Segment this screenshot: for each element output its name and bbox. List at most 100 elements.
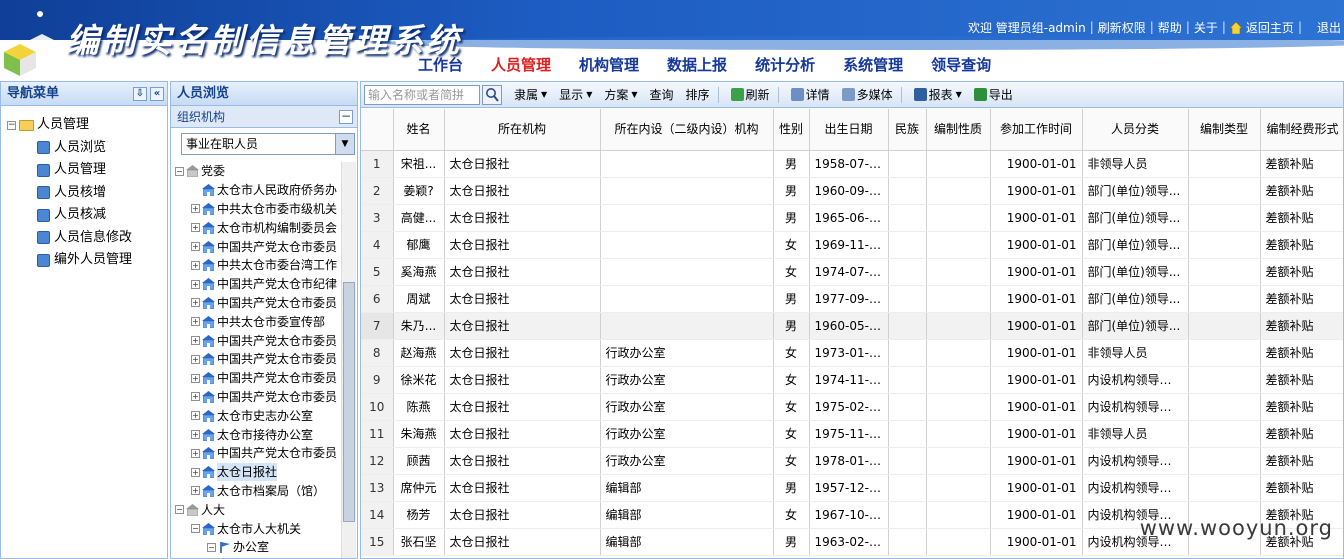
toolbar-details-button[interactable]: 详情: [790, 86, 830, 103]
toolbar-export-button[interactable]: 导出: [973, 86, 1013, 103]
table-row[interactable]: 2 姜颖? 太仓日报社 男 1960-09-15 1900-01-01 部门(单位)领导..…: [361, 177, 1343, 205]
toolbar-btn-0-button[interactable]: 隶属 ▼: [514, 86, 547, 103]
pin-icon[interactable]: ⇩: [133, 87, 147, 101]
toolbar-btn-4-button[interactable]: 排序: [686, 86, 710, 103]
expand-icon[interactable]: +: [191, 336, 200, 346]
column-header[interactable]: 参加工作时间: [990, 109, 1083, 151]
column-header[interactable]: 性别: [773, 109, 810, 151]
org-tree-node[interactable]: + 太仓市史志办公室: [175, 406, 343, 425]
chevron-down-icon[interactable]: ▼: [335, 134, 354, 154]
nav-menu-item[interactable]: 人员信息修改: [7, 227, 167, 250]
about-link[interactable]: 关于: [1191, 19, 1221, 36]
logout-link[interactable]: 退出: [1303, 19, 1344, 36]
expand-icon[interactable]: +: [191, 204, 200, 214]
column-header[interactable]: 编制类型: [1188, 109, 1261, 151]
table-row[interactable]: 7 朱乃... 太仓日报社 男 1960-05-17 1900-01-01 部门(单位)领导…: [361, 312, 1343, 340]
table-row[interactable]: 9 徐米花 太仓日报社 行政办公室女 1974-11-09 1900-01-01 内设机构领…: [361, 366, 1343, 394]
nav-tab-2[interactable]: 机构管理: [579, 54, 639, 75]
org-tree-node[interactable]: + 太仓市档案局（馆）: [175, 482, 343, 501]
expand-icon[interactable]: +: [191, 392, 200, 402]
search-button[interactable]: [482, 84, 502, 105]
toolbar-btn-1-button[interactable]: 显示 ▼: [559, 86, 592, 103]
nav-menu-item[interactable]: 人员核减: [7, 204, 167, 227]
org-tree-node[interactable]: − 办公室: [175, 538, 343, 557]
expand-icon[interactable]: +: [191, 298, 200, 308]
table-row[interactable]: 3 高健... 太仓日报社 男 1965-06-27 1900-01-01 部门(单位)领导…: [361, 204, 1343, 232]
expand-icon[interactable]: +: [191, 279, 200, 289]
expand-icon[interactable]: +: [191, 242, 200, 252]
column-header[interactable]: 所在机构: [444, 109, 601, 151]
collapse-icon[interactable]: −: [175, 166, 184, 176]
expand-icon[interactable]: +: [191, 411, 200, 421]
nav-menu-item[interactable]: 人员核增: [7, 182, 167, 205]
org-tree-node[interactable]: − 党委: [175, 162, 343, 181]
org-tree-node[interactable]: − 太仓市人大机关: [175, 519, 343, 538]
org-tree-node[interactable]: + 中国共产党太仓市委员: [175, 331, 343, 350]
org-tree-node[interactable]: + 中国共产党太仓市委员: [175, 237, 343, 256]
search-input[interactable]: 输入名称或者简拼: [364, 84, 480, 105]
table-row[interactable]: 12 顾茜 太仓日报社 行政办公室女 1978-01-02 1900-01-01 内设机构领…: [361, 447, 1343, 475]
org-tree-node[interactable]: + 中国共产党太仓市委员: [175, 350, 343, 369]
org-tree-node[interactable]: + 中国共产党太仓市委员: [175, 294, 343, 313]
home-link[interactable]: 返回主页: [1227, 19, 1297, 36]
table-row[interactable]: 13 席仲元 太仓日报社 编辑部男 1957-12-27 1900-01-01 内设机构领导…: [361, 474, 1343, 502]
expand-icon[interactable]: +: [191, 354, 200, 364]
toolbar-multimedia-button[interactable]: 多媒体: [841, 86, 893, 103]
collapse-icon[interactable]: −: [207, 542, 216, 552]
table-row[interactable]: 6 周斌 太仓日报社 男 1977-09-14 1900-01-01 部门(单位)领导...…: [361, 285, 1343, 313]
table-row[interactable]: 10 陈燕 太仓日报社 行政办公室女 1975-02-14 1900-01-01 内设机构领…: [361, 393, 1343, 421]
column-header[interactable]: 所在内设（二级内设）机构: [600, 109, 774, 151]
nav-root-item[interactable]: − 人员管理: [7, 114, 167, 137]
column-header[interactable]: 编制性质: [926, 109, 991, 151]
org-tree-node[interactable]: + 中共太仓市委台湾工作: [175, 256, 343, 275]
collapse-icon[interactable]: −: [175, 505, 184, 515]
toolbar-refresh-button[interactable]: 刷新: [730, 86, 770, 103]
org-tree-node[interactable]: + 中国共产党太仓市委员: [175, 369, 343, 388]
collapse-icon[interactable]: −: [191, 524, 200, 534]
org-tree-node[interactable]: + 中国共产党太仓市委员: [175, 444, 343, 463]
table-row[interactable]: 1 宋祖... 太仓日报社 男 1958-07-25 1900-01-01 非领导人员 差额补…: [361, 150, 1343, 178]
nav-tab-6[interactable]: 领导查询: [931, 54, 991, 75]
column-header[interactable]: 编制经费形式: [1260, 109, 1343, 151]
table-row[interactable]: 5 奚海燕 太仓日报社 女 1974-07-26 1900-01-01 部门(单位)领导..…: [361, 258, 1343, 286]
toolbar-btn-2-button[interactable]: 方案 ▼: [604, 86, 637, 103]
column-header[interactable]: [361, 109, 394, 151]
expand-icon[interactable]: +: [191, 260, 200, 270]
column-header[interactable]: 民族: [888, 109, 927, 151]
expand-icon[interactable]: +: [191, 373, 200, 383]
staff-status-select[interactable]: 事业在职人员 ▼: [181, 133, 355, 155]
nav-tab-4[interactable]: 统计分析: [755, 54, 815, 75]
expand-icon[interactable]: +: [191, 448, 200, 458]
collapse-icon[interactable]: −: [7, 120, 16, 130]
org-tree-node[interactable]: + 太仓日报社: [175, 463, 343, 482]
expand-icon[interactable]: +: [191, 430, 200, 440]
org-tree-scrollbar[interactable]: [341, 162, 356, 558]
expand-icon[interactable]: +: [191, 317, 200, 327]
collapse-left-icon[interactable]: «: [150, 87, 164, 101]
table-row[interactable]: 11 朱海燕 太仓日报社 行政办公室女 1975-11-01 1900-01-01 非领导人…: [361, 420, 1343, 448]
column-header[interactable]: 出生日期: [809, 109, 889, 151]
org-tree-node[interactable]: − 人大: [175, 500, 343, 519]
column-header[interactable]: 姓名: [393, 109, 445, 151]
column-header[interactable]: 人员分类: [1082, 109, 1189, 151]
nav-menu-item[interactable]: 编外人员管理: [7, 249, 167, 272]
org-tree-node[interactable]: + 中共太仓市委市级机关: [175, 200, 343, 219]
toolbar-btn-3-button[interactable]: 查询: [650, 86, 674, 103]
nav-tab-1[interactable]: 人员管理: [491, 54, 551, 75]
org-tree-node[interactable]: + 太仓市机构编制委员会: [175, 218, 343, 237]
expand-icon[interactable]: +: [191, 486, 200, 496]
org-tree-node[interactable]: + 太仓市接待办公室: [175, 425, 343, 444]
org-tree-node[interactable]: + 中国共产党太仓市纪律: [175, 275, 343, 294]
table-row[interactable]: 8 赵海燕 太仓日报社 行政办公室女 1973-01-27 1900-01-01 非领导人员…: [361, 339, 1343, 367]
expand-icon[interactable]: +: [191, 467, 200, 477]
expand-icon[interactable]: +: [191, 223, 200, 233]
nav-menu-item[interactable]: 人员管理: [7, 159, 167, 182]
nav-tab-0[interactable]: 工作台: [418, 54, 463, 75]
org-tree-node[interactable]: + 中国共产党太仓市委员: [175, 388, 343, 407]
refresh-permission-link[interactable]: 刷新权限: [1095, 19, 1149, 36]
nav-tab-5[interactable]: 系统管理: [843, 54, 903, 75]
help-link[interactable]: 帮助: [1155, 19, 1185, 36]
nav-menu-item[interactable]: 人员浏览: [7, 137, 167, 160]
org-tree-node[interactable]: + 中共太仓市委宣传部: [175, 312, 343, 331]
nav-tab-3[interactable]: 数据上报: [667, 54, 727, 75]
